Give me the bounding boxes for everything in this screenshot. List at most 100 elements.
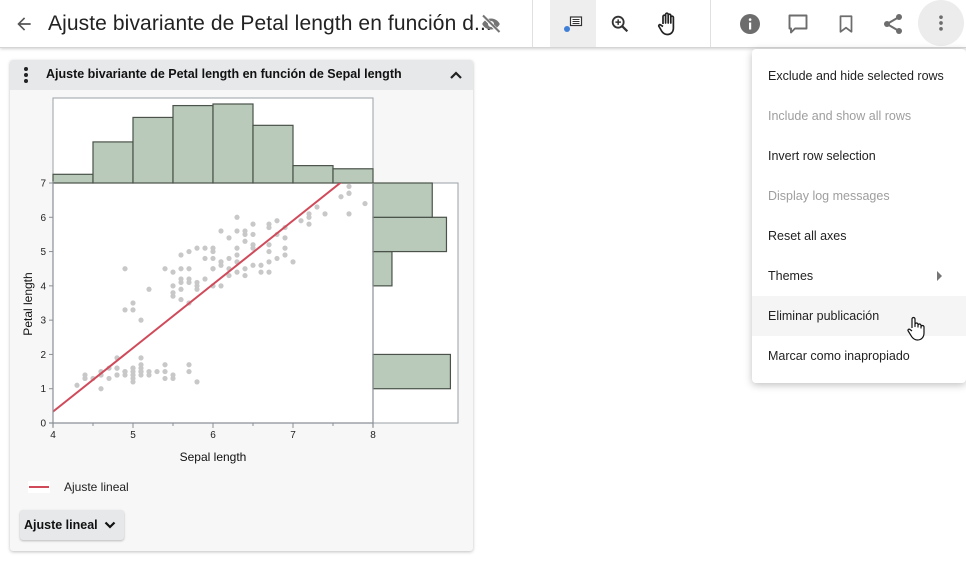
legend-label: Ajuste lineal [64, 480, 129, 494]
x-tick-label: 4 [50, 430, 56, 441]
data-point [162, 266, 168, 272]
data-point [170, 269, 176, 275]
chevron-down-icon [104, 521, 115, 529]
x-histogram-bar [332, 168, 374, 184]
data-point [274, 218, 280, 224]
y-tick-label: 0 [40, 419, 46, 430]
panel-header: Ajuste bivariante de Petal length en fun… [10, 60, 473, 90]
data-point [242, 228, 248, 234]
menu-item-label: Display log messages [768, 189, 890, 203]
data-point [178, 252, 184, 258]
bookmark-button[interactable] [823, 0, 869, 47]
bivariate-chart[interactable]: 4 5 6 7 8 0 1 2 3 4 5 6 7 Sepal length Petal length [10, 90, 473, 485]
menu-item-exclude-hide-rows[interactable]: Exclude and hide selected rows [752, 56, 966, 96]
y-histogram-bar [372, 182, 433, 218]
x-histogram-bar [292, 165, 334, 184]
info-icon [740, 13, 760, 34]
data-point [322, 211, 328, 217]
data-point [202, 245, 208, 251]
data-point [338, 194, 344, 200]
data-point [178, 296, 184, 303]
data-point [178, 286, 184, 292]
data-point [122, 266, 128, 272]
more-options-menu: Exclude and hide selected rows Include a… [752, 49, 966, 383]
data-point [138, 355, 144, 361]
panel-menu-button[interactable] [18, 65, 34, 85]
data-point [114, 372, 120, 378]
data-point [170, 293, 176, 299]
menu-item-reset-axes[interactable]: Reset all axes [752, 216, 966, 256]
pan-tool-button[interactable] [645, 0, 691, 47]
data-point [162, 362, 168, 368]
menu-item-label: Exclude and hide selected rows [768, 69, 944, 83]
menu-item-label: Themes [768, 269, 814, 283]
data-point [202, 255, 208, 262]
data-point [170, 375, 176, 382]
data-point [346, 190, 352, 196]
back-button[interactable] [10, 10, 38, 38]
data-point [210, 255, 216, 262]
toggle-visibility-button[interactable] [468, 0, 514, 47]
share-icon [884, 13, 902, 34]
data-point [242, 272, 248, 279]
data-point [282, 235, 288, 241]
data-point [186, 248, 192, 255]
data-point [122, 307, 128, 313]
collapse-panel-button[interactable] [446, 66, 466, 84]
data-point [362, 200, 368, 207]
data-point [282, 245, 288, 251]
data-point [154, 368, 160, 375]
panel-title: Ajuste bivariante de Petal length en fun… [46, 67, 402, 81]
bivariate-fit-panel: Ajuste bivariante de Petal length en fun… [10, 60, 473, 551]
menu-item-report-inappropriate[interactable]: Marcar como inapropiado [752, 336, 966, 376]
menu-item-label: Marcar como inapropiado [768, 349, 910, 363]
x-histogram-bar [252, 124, 294, 184]
x-tick-label: 7 [290, 430, 296, 441]
menu-item-label: Invert row selection [768, 149, 876, 163]
select-tool-button[interactable] [550, 0, 596, 47]
x-histogram-bar [132, 116, 174, 184]
data-point [250, 231, 256, 238]
y-tick-label: 2 [40, 350, 46, 361]
y-tick-label: 5 [40, 247, 46, 258]
data-point [250, 262, 256, 268]
menu-item-invert-selection[interactable]: Invert row selection [752, 136, 966, 176]
x-histogram-bar [52, 173, 94, 184]
info-button[interactable] [727, 0, 773, 47]
data-point [82, 375, 88, 382]
data-point [218, 283, 224, 289]
data-point [122, 368, 128, 375]
x-histogram-bar [172, 104, 214, 184]
menu-item-delete-post[interactable]: Eliminar publicación [752, 296, 966, 336]
data-point [258, 269, 264, 275]
submenu-arrow-icon [937, 271, 942, 281]
data-point [266, 248, 272, 255]
share-button[interactable] [870, 0, 916, 47]
y-histogram-bar [372, 216, 448, 253]
menu-item-label: Eliminar publicación [768, 309, 880, 323]
zoom-tool-button[interactable] [597, 0, 643, 47]
bookmark-icon [839, 14, 853, 33]
y-axis-label: Petal length [21, 272, 35, 335]
data-point [234, 245, 240, 251]
eye-off-icon [480, 13, 502, 34]
data-point [346, 211, 352, 217]
toolbar-divider [710, 0, 711, 47]
more-options-button[interactable] [918, 0, 964, 46]
fit-type-dropdown[interactable]: Ajuste lineal [20, 510, 124, 540]
data-point [250, 221, 256, 227]
data-point [234, 228, 240, 234]
toolbar-divider [532, 0, 533, 47]
fit-line-swatch [28, 481, 50, 493]
select-tool-icon [564, 15, 583, 32]
data-point [218, 228, 224, 234]
data-point [210, 248, 216, 255]
data-point [130, 365, 136, 371]
data-point [170, 283, 176, 289]
comment-button[interactable] [775, 0, 821, 47]
data-point [266, 259, 272, 265]
menu-item-themes[interactable]: Themes [752, 256, 966, 296]
y-histogram-bar [372, 250, 393, 287]
data-point [226, 255, 232, 262]
data-point [290, 259, 296, 265]
